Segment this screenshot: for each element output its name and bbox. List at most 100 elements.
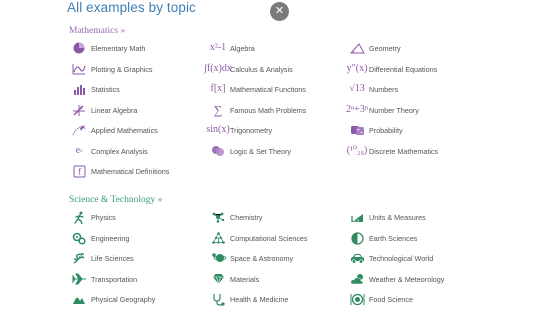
topic-label: Units & Measures [369,212,426,222]
topic-label: Mathematical Functions [230,84,306,94]
stethoscope-icon [210,292,226,306]
topic-algebra[interactable]: x²-1 Algebra [210,40,255,56]
topic-label: Materials [230,274,260,284]
topic-label: Applied Mathematics [91,125,158,135]
x-squared-icon: x²-1 [209,42,227,53]
topic-probability[interactable]: Probability [349,122,403,138]
topic-label: Weather & Meteorology [369,274,445,284]
dice-icon [349,123,365,137]
dna-icon [71,251,87,265]
airplane-icon [71,272,87,286]
topic-plotting-graphics[interactable]: Plotting & Graphics [71,61,153,77]
sine-icon: sin(x) [206,124,230,135]
venn-diagram-icon [210,144,226,158]
topic-label: Statistics [91,84,120,94]
page-title: All examples by topic [67,0,196,15]
gears-icon [71,231,87,245]
topic-label: Plotting & Graphics [91,64,153,74]
topic-label: Calculus & Analysis [230,64,293,74]
topic-label: Life Sciences [91,253,134,263]
topic-number-theory[interactable]: 2ⁿ+3ⁿ Number Theory [346,102,419,118]
plot-curve-icon [71,62,87,76]
topic-label: Differential Equations [369,64,438,74]
integral-icon: ∫f(x)dx [204,63,232,74]
topic-life-sciences[interactable]: Life Sciences [71,250,134,266]
topic-label: Food Science [369,294,413,304]
topic-label: Space & Astronomy [230,253,294,263]
close-button[interactable]: ✕ [270,2,289,21]
topic-label: Physical Geography [91,294,156,304]
topic-logic-set-theory[interactable]: Logic & Set Theory [210,143,291,159]
function-icon: f[x] [210,83,226,94]
power-sum-icon: 2ⁿ+3ⁿ [346,104,368,115]
complex-exponential-icon: ez [75,145,83,156]
topic-label: Elementary Math [91,43,146,53]
topic-label: Complex Analysis [91,146,148,156]
topic-label: Famous Math Problems [230,105,307,115]
topic-statistics[interactable]: Statistics [71,81,120,97]
topic-label: Health & Medicine [230,294,289,304]
topic-units-measures[interactable]: Units & Measures [349,209,426,225]
topic-food-science[interactable]: Food Science [349,291,413,307]
topic-famous-math-problems[interactable]: ∑ Famous Math Problems [210,102,307,118]
topic-label: Chemistry [230,212,263,222]
topic-applied-mathematics[interactable]: Applied Mathematics [71,122,158,138]
definition-book-icon: f [71,164,87,178]
planet-icon [210,251,226,265]
topic-label: Number Theory [369,105,419,115]
binomial-icon: (¹⁰₂₈) [346,145,368,156]
globe-half-icon [349,231,365,245]
topic-earth-sciences[interactable]: Earth Sciences [349,230,417,246]
topic-label: Transportation [91,274,138,284]
topic-trigonometry[interactable]: sin(x) Trigonometry [206,122,273,138]
science-technology-heading[interactable]: Science & Technology » [69,195,162,205]
topic-label: Discrete Mathematics [369,146,439,156]
topic-label: Mathematical Definitions [91,166,170,176]
topic-health-medicine[interactable]: Health & Medicine [210,291,288,307]
square-root-icon: √13 [349,83,365,94]
plane-trajectory-icon [71,123,87,137]
topic-linear-algebra[interactable]: Linear Algebra [71,102,137,118]
molecule-icon [210,210,226,224]
topic-physics[interactable]: Physics [71,209,116,225]
topic-label: Algebra [230,43,255,53]
topic-transportation[interactable]: Transportation [71,271,137,287]
topic-numbers[interactable]: √13 Numbers [349,81,398,97]
running-person-icon [71,210,87,224]
topic-label: Engineering [91,233,130,243]
topic-label: Trigonometry [230,125,273,135]
svg-text:f: f [78,167,82,176]
topic-technological-world[interactable]: Technological World [349,250,433,266]
car-icon [349,251,365,265]
bar-chart-icon [71,82,87,96]
topic-complex-analysis[interactable]: ez Complex Analysis [71,143,148,159]
mathematics-heading[interactable]: Mathematics » [69,26,125,36]
topic-space-astronomy[interactable]: Space & Astronomy [210,250,293,266]
diamond-icon [210,272,226,286]
topic-label: Computational Sciences [230,233,308,243]
topic-label: Geometry [369,43,401,53]
topic-elementary-math[interactable]: Elementary Math [71,40,145,56]
topic-physical-geography[interactable]: Physical Geography [71,291,155,307]
topic-calculus-analysis[interactable]: ∫f(x)dx Calculus & Analysis [204,61,293,77]
derivative-icon: y″(x) [346,63,368,74]
topic-label: Probability [369,125,403,135]
triangle-angle-icon [349,41,365,55]
topic-computational-sciences[interactable]: Computational Sciences [210,230,308,246]
topic-discrete-mathematics[interactable]: (¹⁰₂₈) Discrete Mathematics [346,143,439,159]
topic-label: Linear Algebra [91,105,138,115]
topic-mathematical-definitions[interactable]: f Mathematical Definitions [71,163,169,179]
topic-mathematical-functions[interactable]: f[x] Mathematical Functions [210,81,306,97]
topic-geometry[interactable]: Geometry [349,40,401,56]
topic-weather-meteorology[interactable]: Weather & Meteorology [349,271,444,287]
topic-label: Technological World [369,253,434,263]
food-plate-icon [349,292,365,306]
topic-engineering[interactable]: Engineering [71,230,129,246]
topic-materials[interactable]: Materials [210,271,259,287]
topic-label: Logic & Set Theory [230,146,291,156]
topic-label: Physics [91,212,116,222]
topic-chemistry[interactable]: Chemistry [210,209,262,225]
topic-differential-equations[interactable]: y″(x) Differential Equations [346,61,438,77]
network-triangle-icon [210,231,226,245]
topic-label: Numbers [369,84,399,94]
